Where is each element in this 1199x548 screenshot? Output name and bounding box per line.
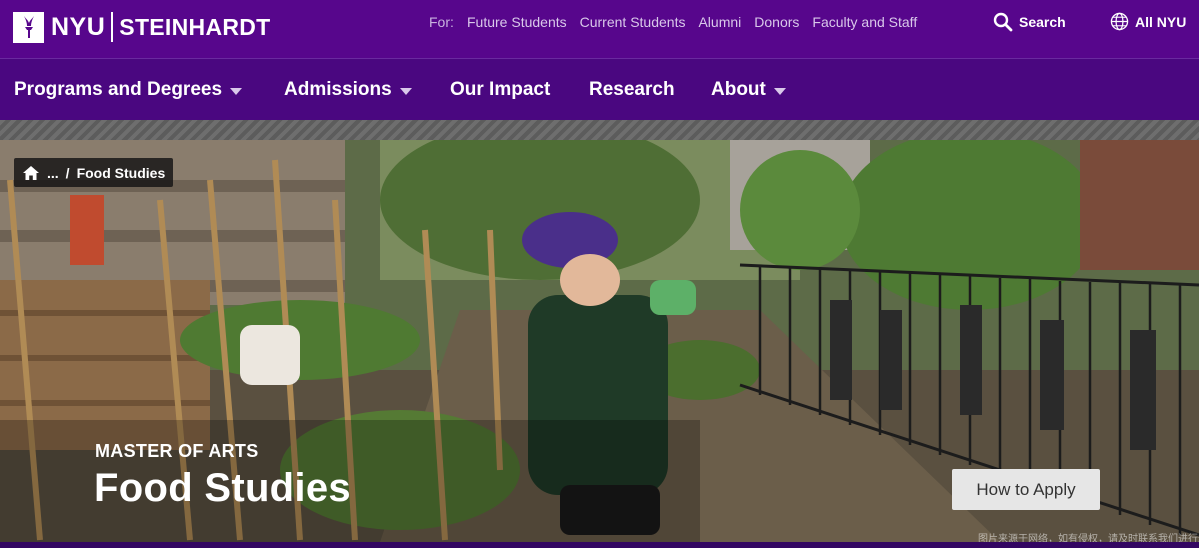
- nyu-steinhardt-logo[interactable]: NYU STEINHARDT: [13, 11, 271, 43]
- search-icon: [993, 12, 1013, 32]
- search-label: Search: [1019, 14, 1066, 30]
- home-icon[interactable]: [22, 165, 40, 181]
- how-to-apply-button[interactable]: How to Apply: [952, 469, 1100, 510]
- nav-item-label: Admissions: [284, 79, 392, 100]
- logo-nyu-text: NYU: [51, 12, 106, 41]
- nyu-torch-icon: [13, 11, 44, 43]
- utility-bar: NYU STEINHARDT For: Future Students Curr…: [0, 0, 1199, 58]
- link-alumni[interactable]: Alumni: [698, 14, 741, 30]
- link-faculty-and-staff[interactable]: Faculty and Staff: [812, 14, 917, 30]
- all-nyu-label: All NYU: [1135, 13, 1187, 30]
- breadcrumb-current: Food Studies: [76, 164, 166, 181]
- nav-research[interactable]: Research: [589, 79, 675, 101]
- bottom-edge: [0, 542, 1199, 548]
- search-button[interactable]: Search: [993, 12, 1066, 32]
- audience-links: Future Students Current Students Alumni …: [467, 14, 917, 30]
- breadcrumb-ellipsis[interactable]: ...: [47, 165, 59, 181]
- page-title: Food Studies: [94, 466, 351, 510]
- nav-item-label: Research: [589, 79, 675, 100]
- breadcrumb-separator: /: [65, 164, 70, 181]
- nav-item-label: Programs and Degrees: [14, 79, 223, 100]
- logo-divider: [111, 12, 114, 42]
- link-future-students[interactable]: Future Students: [467, 14, 567, 30]
- logo-school-text: STEINHARDT: [119, 13, 271, 40]
- link-donors[interactable]: Donors: [754, 14, 799, 30]
- degree-type: MASTER OF ARTS: [95, 441, 259, 461]
- decorative-stripe-band: [0, 120, 1199, 140]
- breadcrumb: ... / Food Studies: [14, 158, 174, 187]
- nav-about[interactable]: About: [711, 79, 786, 101]
- chevron-down-icon: [773, 87, 786, 95]
- nav-our-impact[interactable]: Our Impact: [450, 79, 550, 101]
- all-nyu-button[interactable]: All NYU: [1110, 12, 1186, 31]
- nav-programs-and-degrees[interactable]: Programs and Degrees: [14, 79, 243, 101]
- chevron-down-icon: [230, 87, 243, 95]
- chevron-down-icon: [399, 87, 412, 95]
- link-current-students[interactable]: Current Students: [580, 14, 686, 30]
- globe-icon: [1110, 12, 1129, 31]
- main-nav: Programs and Degrees Admissions Our Impa…: [0, 58, 1199, 120]
- nav-item-label: Our Impact: [450, 79, 551, 100]
- nav-admissions[interactable]: Admissions: [284, 79, 412, 101]
- nav-item-label: About: [711, 79, 766, 100]
- audience-for-label: For:: [429, 14, 454, 30]
